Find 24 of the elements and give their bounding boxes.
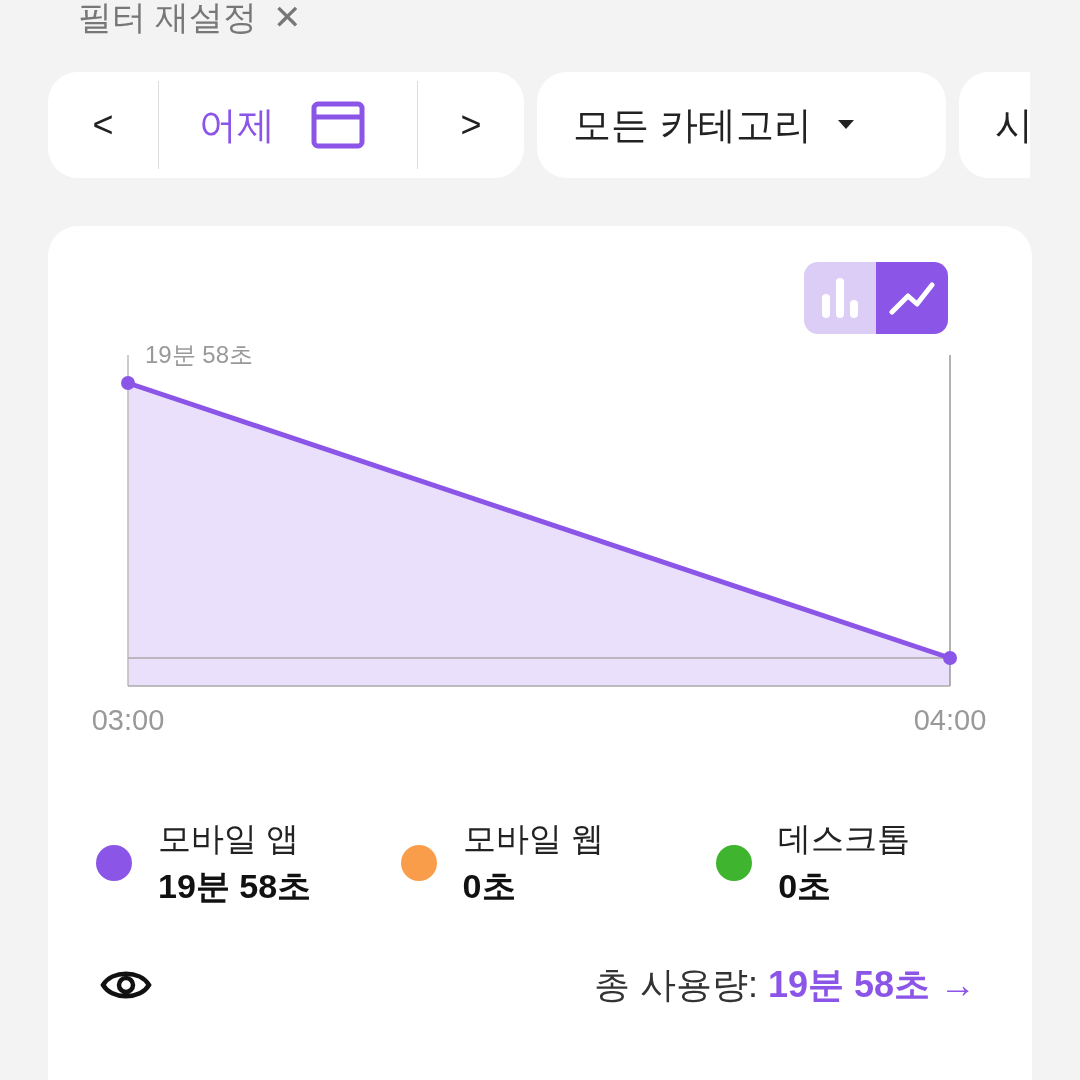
- x-axis-label: 04:00: [913, 704, 987, 736]
- legend-value: 0초: [778, 866, 833, 908]
- filter-dropdown[interactable]: 시: [959, 72, 1030, 178]
- next-day-button[interactable]: >: [418, 72, 524, 178]
- bar-chart-icon: [820, 276, 860, 320]
- close-button[interactable]: ✕: [273, 0, 302, 34]
- peak-label: 19분 58초: [145, 341, 254, 368]
- legend-value: 0초: [462, 866, 517, 908]
- legend-value: 19분 58초: [158, 866, 312, 908]
- legend-label: 모바일 앱: [158, 819, 301, 859]
- calendar-icon: [311, 101, 365, 149]
- total-usage-label: 총 사용량:: [593, 962, 758, 1007]
- dropdown-caret-icon: [837, 120, 854, 130]
- filter-reset-label[interactable]: 필터 재설정: [78, 0, 258, 34]
- line-chart-tab[interactable]: [876, 262, 948, 334]
- legend-label: 모바일 웹: [462, 819, 604, 859]
- x-axis-label: 03:00: [91, 704, 165, 736]
- line-chart-icon: [889, 281, 935, 315]
- date-button[interactable]: 어제: [159, 72, 417, 178]
- legend-label: 데스크톱: [778, 819, 911, 859]
- total-usage-link[interactable]: 총 사용량: 19분 58초 →: [593, 957, 976, 1012]
- total-usage-value: 19분 58초 →: [767, 962, 976, 1007]
- category-dropdown[interactable]: 모든 카테고리: [537, 72, 946, 178]
- previous-day-button[interactable]: <: [48, 72, 158, 178]
